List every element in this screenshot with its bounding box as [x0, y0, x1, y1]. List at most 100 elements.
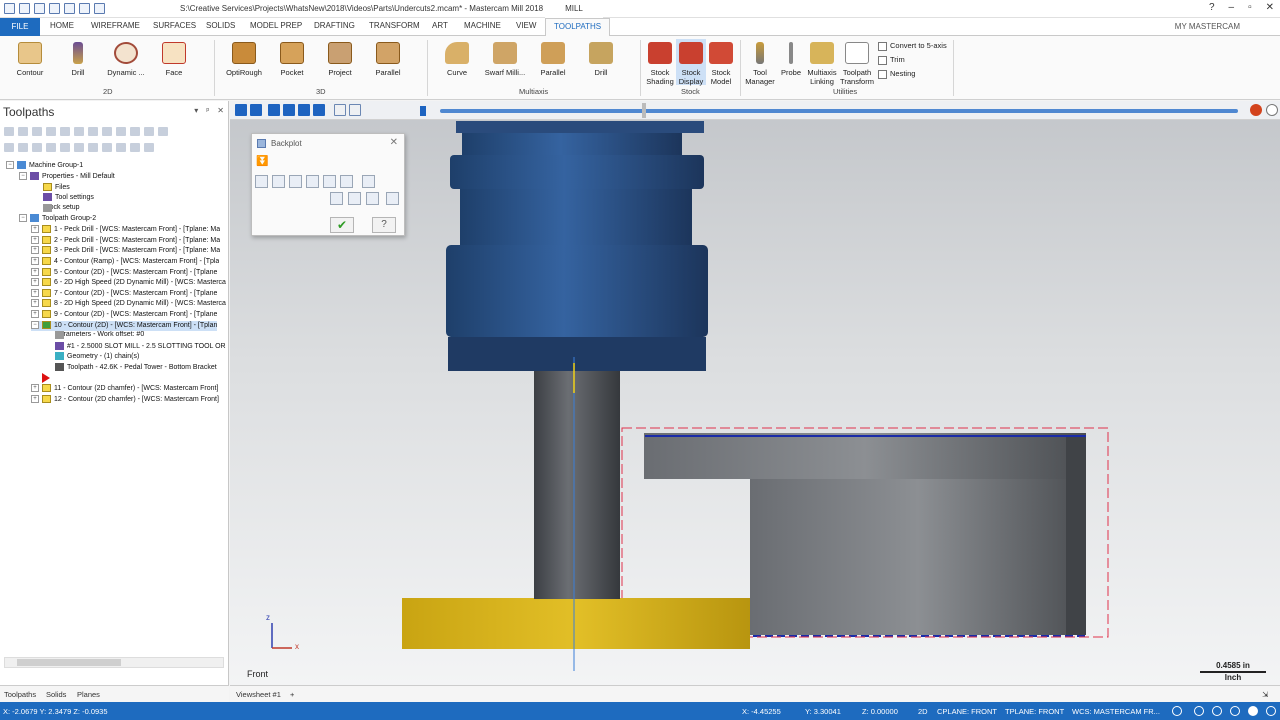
stock-shading-button[interactable]: Stock Shading: [644, 42, 676, 86]
help-icon[interactable]: ?: [1209, 2, 1215, 13]
move-down-icon[interactable]: [46, 143, 56, 152]
viewsheet-tab[interactable]: Viewsheet #1: [236, 690, 281, 699]
tab-file[interactable]: FILE: [0, 18, 40, 36]
parallel-multiaxis-button[interactable]: Parallel: [529, 42, 577, 77]
status-tplane[interactable]: TPLANE: FRONT: [1005, 707, 1064, 716]
redo-icon[interactable]: [94, 3, 105, 14]
status-cplane[interactable]: CPLANE: FRONT: [937, 707, 997, 716]
tree-toolpath-group[interactable]: − Toolpath Group-2: [19, 214, 96, 224]
swarf-milling-button[interactable]: Swarf Milli...: [481, 42, 529, 77]
tree-op-12[interactable]: +12 - Contour (2D chamfer) - [WCS: Maste…: [31, 395, 219, 405]
face-button[interactable]: Face: [150, 42, 198, 77]
tab-home[interactable]: HOME: [50, 21, 74, 30]
tree-op-1[interactable]: +1 - Peck Drill - [WCS: Mastercam Front]…: [31, 225, 220, 235]
print-icon[interactable]: [64, 3, 75, 14]
close-icon[interactable]: ✕: [1266, 2, 1274, 13]
tree-horizontal-scrollbar[interactable]: [4, 657, 224, 668]
tree-op-4[interactable]: +4 - Contour (Ramp) - [WCS: Mastercam Fr…: [31, 257, 219, 267]
drill-multiaxis-button[interactable]: Drill: [577, 42, 625, 77]
tab-drafting[interactable]: DRAFTING: [314, 21, 355, 30]
toggle-toolpath-icon[interactable]: [18, 143, 28, 152]
convert-to-5-axis-button[interactable]: Convert to 5-axis: [878, 41, 947, 51]
tree-op-9[interactable]: +9 - Contour (2D) - [WCS: Mastercam Fron…: [31, 310, 217, 320]
wireframe-icon[interactable]: [1212, 706, 1222, 716]
toggle-post-icon[interactable]: [32, 143, 42, 152]
new-file-icon[interactable]: [4, 3, 15, 14]
links-icon[interactable]: [116, 143, 126, 152]
tab-toolpaths-manager[interactable]: Toolpaths: [4, 690, 36, 699]
tab-planes-manager[interactable]: Planes: [77, 690, 100, 699]
verify-icon[interactable]: [88, 127, 98, 136]
tree-op10-toolpath[interactable]: Toolpath - 42.6K - Pedal Tower - Bottom …: [55, 363, 217, 373]
translucency-icon[interactable]: [1266, 706, 1276, 716]
tab-solids[interactable]: SOLIDS: [206, 21, 235, 30]
tool-manager-button[interactable]: Tool Manager: [744, 42, 776, 86]
undo-icon[interactable]: [79, 3, 90, 14]
tab-machine[interactable]: MACHINE: [464, 21, 501, 30]
help-toolpath-icon[interactable]: [158, 127, 168, 136]
show-rapid-icon[interactable]: [323, 175, 336, 188]
collapse-icon[interactable]: ⏬: [256, 156, 268, 167]
panel-menu-icon[interactable]: ▾: [194, 106, 198, 115]
tab-wireframe[interactable]: WIREFRAME: [91, 21, 140, 30]
tree-properties[interactable]: − Properties - Mill Default: [19, 172, 115, 182]
status-x[interactable]: X: -4.45255: [742, 707, 781, 716]
toolpath-transform-button[interactable]: Toolpath Transform: [840, 42, 874, 86]
drill-button[interactable]: Drill: [54, 42, 102, 77]
backplot-close-icon[interactable]: ✕: [390, 137, 398, 148]
tree-op-5[interactable]: +5 - Contour (2D) - [WCS: Mastercam Fron…: [31, 268, 217, 278]
stock-display-button[interactable]: Stock Display: [676, 39, 706, 86]
contour-button[interactable]: Contour: [6, 42, 54, 77]
show-all-icon[interactable]: [144, 143, 154, 152]
tree-op-3[interactable]: +3 - Peck Drill - [WCS: Mastercam Front]…: [31, 246, 220, 256]
pocket-button[interactable]: Pocket: [268, 42, 316, 77]
tree-op-2[interactable]: +2 - Peck Drill - [WCS: Mastercam Front]…: [31, 236, 220, 246]
single-op-icon[interactable]: [102, 143, 112, 152]
panel-close-icon[interactable]: ✕: [217, 106, 224, 115]
show-tool-fast-icon[interactable]: [306, 175, 319, 188]
panel-pin-icon[interactable]: ᵖ: [206, 106, 209, 115]
nesting-button[interactable]: Nesting: [878, 69, 915, 79]
probe-button[interactable]: Probe: [776, 42, 806, 77]
tab-view[interactable]: VIEW: [516, 21, 536, 30]
scrollbar-thumb[interactable]: [17, 659, 121, 666]
select-all-icon[interactable]: [4, 127, 14, 136]
info-icon[interactable]: [362, 175, 375, 188]
show-holder-icon[interactable]: [289, 175, 302, 188]
status-expand-icon[interactable]: ⇲: [1262, 690, 1268, 699]
tree-op10-parameters[interactable]: Parameters - Work offset: #0: [55, 331, 144, 341]
show-selected-icon[interactable]: [130, 143, 140, 152]
project-button[interactable]: Project: [316, 42, 364, 77]
regenerate-icon[interactable]: [46, 127, 56, 136]
screenshot-icon[interactable]: [366, 192, 379, 205]
scroll-icon[interactable]: [88, 143, 98, 152]
shade-icon[interactable]: [1230, 706, 1240, 716]
tree-op10-tool[interactable]: #1 - 2.5000 SLOT MILL - 2.5 SLOTTING TOO…: [55, 342, 226, 352]
delete-ops-icon[interactable]: [144, 127, 154, 136]
backplot-icon[interactable]: [74, 127, 84, 136]
tree-op-6[interactable]: +6 - 2D High Speed (2D Dynamic Mill) - […: [31, 278, 226, 288]
dynamic-mill-button[interactable]: Dynamic ...: [102, 42, 150, 77]
my-mastercam-link[interactable]: MY MASTERCAM: [1175, 22, 1240, 31]
lock-icon[interactable]: [4, 143, 14, 152]
multiaxis-linking-button[interactable]: Multiaxis Linking: [806, 42, 838, 86]
high-feed-icon[interactable]: [130, 127, 140, 136]
tree-op10-geometry[interactable]: Geometry - (1) chain(s): [55, 352, 139, 362]
tree-machine-group[interactable]: − Machine Group-1: [6, 161, 83, 171]
tree-files[interactable]: Files: [43, 183, 70, 193]
view-cube-icon[interactable]: [1194, 706, 1204, 716]
tab-transform[interactable]: TRANSFORM: [369, 21, 420, 30]
move-up-icon[interactable]: [60, 143, 70, 152]
globe-icon[interactable]: [1172, 706, 1182, 716]
show-tool-icon[interactable]: [272, 175, 285, 188]
save-geometry-icon[interactable]: [386, 192, 399, 205]
status-mode[interactable]: 2D: [918, 707, 928, 716]
shaded-mode-icon[interactable]: [1248, 706, 1258, 716]
tab-surfaces[interactable]: SURFACES: [153, 21, 196, 30]
insert-arrow-marker[interactable]: [42, 373, 50, 383]
stock-model-button[interactable]: Stock Model: [706, 42, 736, 86]
post-icon[interactable]: [116, 127, 126, 136]
tab-art[interactable]: ART: [432, 21, 448, 30]
toolpath-display-icon[interactable]: [330, 192, 343, 205]
status-wcs[interactable]: WCS: MASTERCAM FR...: [1072, 707, 1160, 716]
